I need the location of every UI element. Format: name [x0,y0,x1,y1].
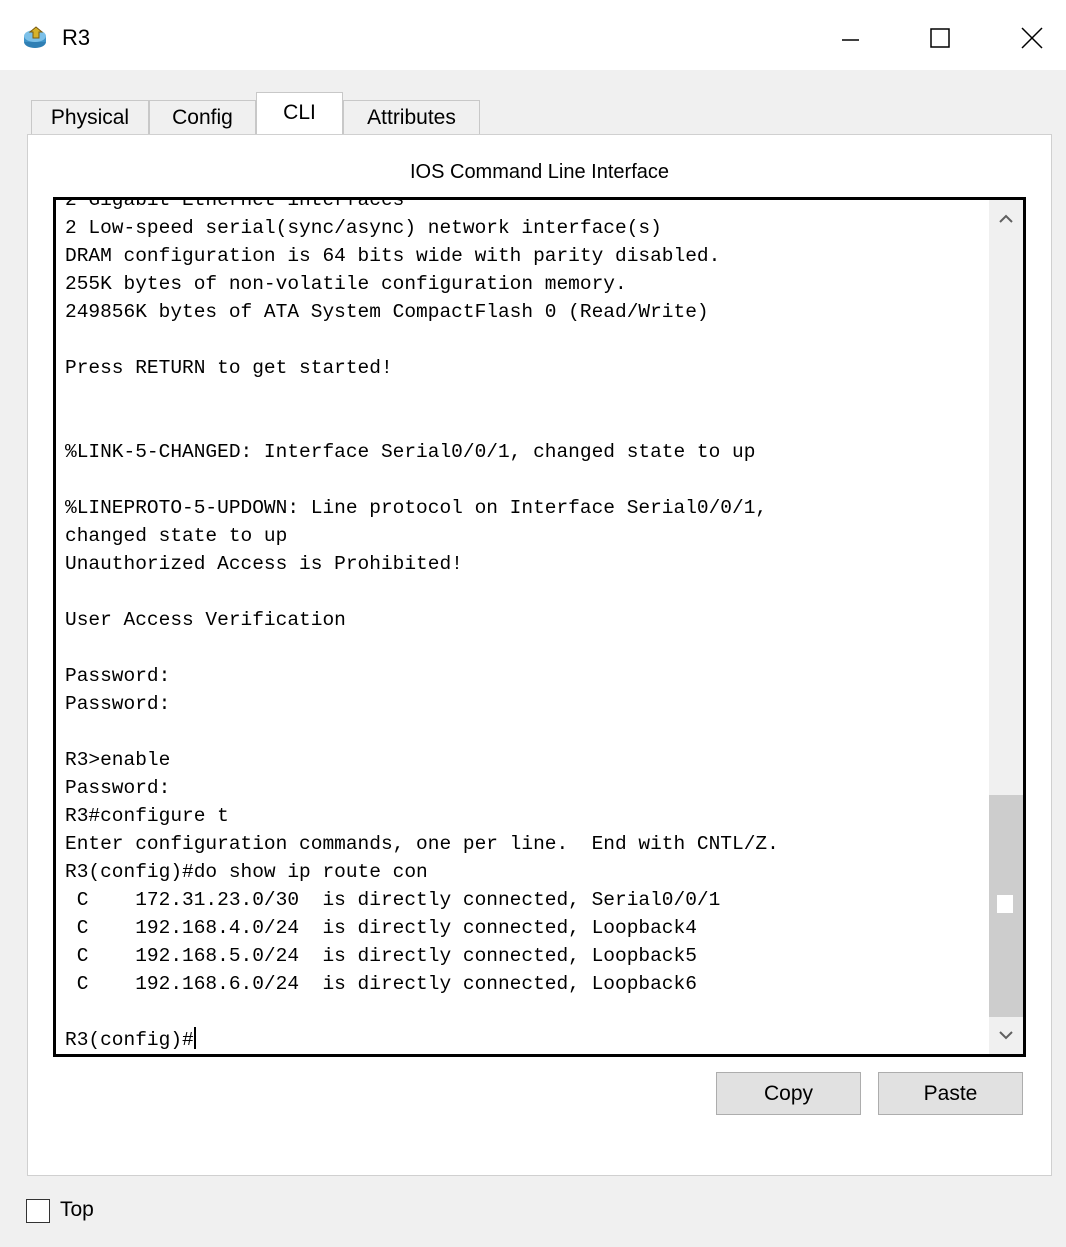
text-cursor [193,1027,196,1049]
chevron-down-icon [999,1031,1013,1040]
scroll-thumb-grip [997,895,1013,913]
terminal-line: changed state to up [65,525,288,547]
tab-attributes[interactable]: Attributes [343,100,480,134]
terminal-line: R3(config)#do show ip route con [65,861,428,883]
panel-title: IOS Command Line Interface [409,161,669,183]
tab-cli[interactable]: CLI [256,92,343,134]
terminal-line: DRAM configuration is 64 bits wide with … [65,245,721,267]
terminal-output: 2 Gigabit Ethernet interfaces 2 Low-speed… [65,197,779,1054]
terminal-line: R3#configure t [65,805,229,827]
tab-config[interactable]: Config [149,100,256,134]
scroll-down-button[interactable] [989,1018,1023,1052]
terminal-line: 249856K bytes of ATA System CompactFlash… [65,301,709,323]
top-checkbox-label: Top [60,1198,94,1221]
terminal-line: 255K bytes of non-volatile configuration… [65,273,627,295]
terminal-line: Password: [65,777,171,799]
terminal-line: C 172.31.23.0/30 is directly connected, … [65,889,721,911]
minimize-icon [842,39,859,41]
title-bar: R3 [0,0,1066,70]
terminal-line: %LINK-5-CHANGED: Interface Serial0/0/1, … [65,441,756,463]
terminal-line: %LINEPROTO-5-UPDOWN: Line protocol on In… [65,497,768,519]
terminal-scrollbar[interactable] [989,200,1023,1054]
close-icon [1021,27,1043,49]
tab-physical[interactable]: Physical [31,100,149,134]
scroll-up-button[interactable] [989,202,1023,236]
terminal-line: Password: [65,665,171,687]
terminal-line: User Access Verification [65,609,346,631]
scroll-thumb[interactable] [989,795,1023,1017]
terminal-line: C 192.168.5.0/24 is directly connected, … [65,945,697,967]
router-icon [24,26,46,48]
terminal-line: Enter configuration commands, one per li… [65,833,779,855]
terminal-line: C 192.168.4.0/24 is directly connected, … [65,917,697,939]
close-button[interactable] [1007,18,1057,58]
terminal-line: Press RETURN to get started! [65,357,393,379]
copy-button[interactable]: Copy [716,1072,861,1115]
maximize-icon [930,28,950,48]
window-title: R3 [62,25,91,50]
paste-button[interactable]: Paste [878,1072,1023,1115]
cli-terminal[interactable]: 2 Gigabit Ethernet interfaces 2 Low-speed… [53,197,1026,1057]
terminal-line: 2 Low-speed serial(sync/async) network i… [65,217,662,239]
terminal-line: Unauthorized Access is Prohibited! [65,553,463,575]
minimize-button[interactable] [826,18,876,58]
terminal-line: R3>enable [65,749,171,771]
terminal-line: C 192.168.6.0/24 is directly connected, … [65,973,697,995]
prompt-text: R3(config)# [65,1029,194,1051]
terminal-prompt[interactable]: R3(config)# [65,1026,779,1054]
terminal-line: Password: [65,693,171,715]
terminal-line: 2 Gigabit Ethernet interfaces [65,197,405,211]
chevron-up-icon [999,214,1013,223]
top-checkbox[interactable] [26,1199,50,1223]
maximize-button[interactable] [915,18,965,58]
